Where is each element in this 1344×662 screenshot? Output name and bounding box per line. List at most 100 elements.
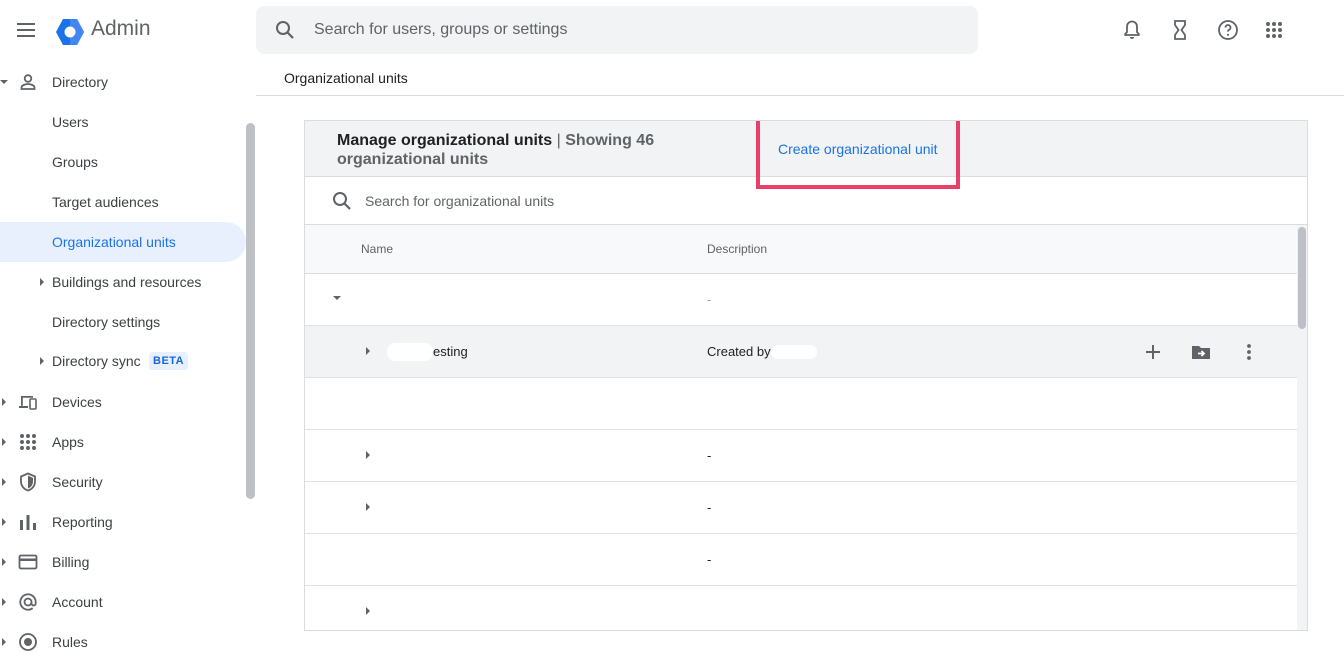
ou-count-text-2: organizational units	[337, 151, 489, 168]
ou-description: -	[707, 292, 712, 307]
ou-description: -	[707, 552, 712, 567]
caret-right-icon[interactable]	[2, 598, 6, 606]
caret-right-icon[interactable]	[2, 558, 6, 566]
admin-logo-icon[interactable]	[54, 16, 86, 48]
sidebar-item-label: Groups	[52, 154, 98, 170]
caret-right-icon[interactable]	[2, 398, 6, 406]
ou-search-bar[interactable]	[305, 177, 1307, 225]
beta-badge: BETA	[149, 352, 189, 370]
main-menu-icon[interactable]	[14, 18, 38, 42]
column-header-name[interactable]: Name	[361, 242, 393, 256]
ou-description: Created by	[707, 344, 771, 359]
help-icon[interactable]	[1216, 18, 1240, 42]
move-folder-icon[interactable]	[1189, 340, 1213, 364]
sidebar-item-account[interactable]: Account	[0, 582, 246, 622]
table-row[interactable]: -	[305, 482, 1297, 534]
caret-right-icon[interactable]	[366, 451, 370, 459]
ou-search-input[interactable]	[365, 190, 865, 212]
sidebar-item-users[interactable]: Users	[0, 102, 246, 142]
caret-right-icon[interactable]	[366, 607, 370, 615]
sidebar-item-directory-settings[interactable]: Directory settings	[0, 302, 246, 342]
bell-icon[interactable]	[1120, 18, 1144, 42]
caret-right-icon[interactable]	[2, 438, 6, 446]
apps-grid-icon[interactable]	[1262, 18, 1286, 42]
sidebar-item-label: Rules	[52, 634, 88, 650]
caret-right-icon[interactable]	[40, 357, 44, 365]
table-row[interactable]	[305, 378, 1297, 430]
caret-down-icon[interactable]	[0, 80, 8, 84]
hourglass-icon[interactable]	[1168, 18, 1192, 42]
table-scrollbar-thumb[interactable]	[1298, 227, 1306, 329]
table-header: Name Description	[305, 225, 1297, 274]
redacted-text	[771, 345, 817, 359]
app-title[interactable]: Admin	[91, 17, 151, 41]
column-header-description[interactable]: Description	[707, 242, 767, 256]
table-row[interactable]: esting Created by	[305, 326, 1297, 378]
sidebar-item-label: Apps	[52, 434, 84, 450]
ou-name: esting	[433, 344, 468, 359]
credit-card-icon	[18, 554, 38, 570]
caret-right-icon[interactable]	[2, 638, 6, 646]
sidebar-item-label: Buildings and resources	[52, 274, 202, 290]
sidebar-scrollbar[interactable]	[246, 123, 255, 499]
sidebar-item-security[interactable]: Security	[0, 462, 246, 502]
sidebar-item-label: Reporting	[52, 514, 113, 530]
person-icon	[20, 74, 36, 90]
manage-ou-card: Manage organizational units | Showing 46…	[304, 120, 1308, 631]
table-row[interactable]	[305, 586, 1297, 630]
caret-right-icon[interactable]	[40, 278, 44, 286]
more-vert-icon[interactable]	[1237, 340, 1261, 364]
table-scrollbar[interactable]	[1297, 225, 1307, 630]
sidebar-item-label: Target audiences	[52, 194, 159, 210]
sidebar-item-reporting[interactable]: Reporting	[0, 502, 246, 542]
breadcrumb-current: Organizational units	[284, 70, 408, 86]
sidebar-item-directory-sync[interactable]: Directory sync BETA	[0, 341, 246, 381]
sidebar-item-label: Billing	[52, 554, 90, 570]
search-icon[interactable]	[330, 189, 354, 213]
caret-right-icon[interactable]	[2, 518, 6, 526]
top-app-bar: Admin	[0, 0, 1344, 60]
caret-right-icon[interactable]	[366, 347, 370, 355]
sidebar-item-label: Devices	[52, 394, 102, 410]
sidebar-item-label: Users	[52, 114, 89, 130]
card-header: Manage organizational units | Showing 46…	[305, 121, 1307, 177]
sidebar-item-label: Account	[52, 594, 103, 610]
sidebar-item-label: Organizational units	[52, 234, 176, 250]
sidebar-item-label: Directory	[52, 74, 109, 90]
caret-down-icon[interactable]	[333, 296, 341, 300]
global-search-bar[interactable]	[256, 6, 978, 54]
table-row[interactable]: -	[305, 274, 1297, 326]
shield-icon	[20, 472, 36, 492]
search-icon[interactable]	[273, 18, 297, 42]
sidebar-item-organizational-units[interactable]: Organizational units	[0, 222, 246, 262]
add-icon[interactable]	[1141, 340, 1165, 364]
global-search-input[interactable]	[314, 16, 914, 44]
sidebar-item-rules[interactable]: Rules	[0, 622, 246, 662]
table-row[interactable]: -	[305, 430, 1297, 482]
table-row[interactable]: -	[305, 534, 1297, 586]
sidebar-item-target-audiences[interactable]: Target audiences	[0, 182, 246, 222]
sidebar-item-apps[interactable]: Apps	[0, 422, 246, 462]
caret-right-icon[interactable]	[366, 503, 370, 511]
card-title: Manage organizational units | Showing 46…	[337, 131, 657, 169]
ou-description: -	[707, 448, 712, 463]
title-separator: |	[552, 132, 566, 149]
sidebar-item-label: Security	[52, 474, 103, 490]
apps-icon	[20, 434, 36, 450]
sidebar-item-label: Directory settings	[52, 314, 161, 330]
redacted-text	[387, 343, 433, 361]
ou-description: -	[707, 500, 712, 515]
sidebar-item-devices[interactable]: Devices	[0, 382, 246, 422]
rules-icon	[19, 633, 37, 651]
sidebar-item-buildings-and-resources[interactable]: Buildings and resources	[0, 262, 246, 302]
bar-chart-icon	[20, 515, 36, 530]
ou-count-text: Showing 46	[565, 132, 655, 149]
caret-right-icon[interactable]	[2, 478, 6, 486]
at-sign-icon	[19, 593, 37, 611]
sidebar-nav: Directory Users Groups Target audiences …	[0, 60, 256, 651]
sidebar-item-directory[interactable]: Directory	[0, 62, 246, 102]
create-ou-link[interactable]: Create organizational unit	[778, 141, 938, 157]
sidebar-item-label: Directory sync	[52, 353, 141, 369]
sidebar-item-billing[interactable]: Billing	[0, 542, 246, 582]
sidebar-item-groups[interactable]: Groups	[0, 142, 246, 182]
